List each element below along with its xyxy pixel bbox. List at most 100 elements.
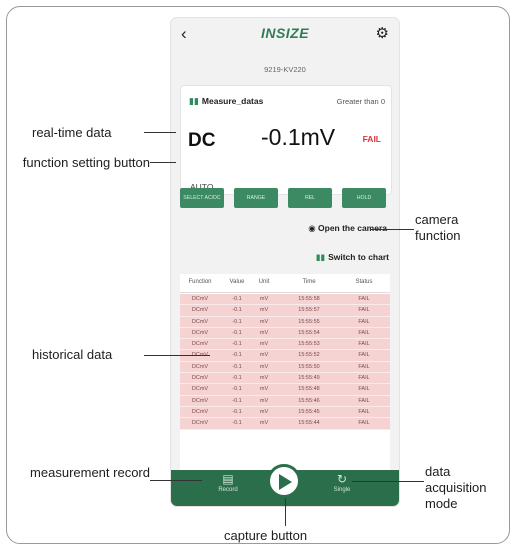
table-cell: DCmV <box>191 420 209 427</box>
record-icon: ▤ <box>222 472 234 486</box>
card-title: ▮▮ Measure_datas <box>189 96 263 107</box>
table-cell: DCmV <box>191 307 209 314</box>
range-button[interactable]: RANGE <box>234 188 278 208</box>
record-tab[interactable]: ▤ Record <box>203 472 253 493</box>
table-cell: FAIL <box>358 397 370 404</box>
table-cell: 15:55:58 <box>298 296 320 302</box>
col-status: Status <box>355 279 373 285</box>
camera-icon: ◉ <box>308 223 316 233</box>
table-cell: 15:55:46 <box>298 397 320 404</box>
table-cell: mV <box>259 386 269 393</box>
brand-logo: INSIZE <box>171 25 399 41</box>
table-row: DCmV-0.1mV15:55:52FAIL <box>180 350 390 362</box>
leader-line <box>285 498 286 526</box>
table-row: DCmV -0.1 mV 15:55:55 FAIL <box>180 316 390 328</box>
open-camera-label: Open the camera <box>318 223 387 233</box>
table-cell: 15:55:44 <box>298 420 320 427</box>
table-row: DCmV -0.1 mV 15:55:50 FAIL <box>180 361 390 374</box>
bar-chart-icon: ▮▮ <box>189 96 199 106</box>
table-cell: 15:55:49 <box>298 375 320 382</box>
table-cell: 15:55:53 <box>298 341 320 348</box>
card-title-text: Measure_datas <box>201 96 264 106</box>
table-cell: -0.1 <box>232 397 242 404</box>
top-bar: ‹ INSIZE ⚙ <box>171 18 399 48</box>
table-cell: 15:55:57 <box>298 307 320 314</box>
table-cell: mV <box>259 397 269 404</box>
record-label: Record <box>218 487 238 493</box>
table-cell: 15:55:54 <box>298 329 320 336</box>
table-header: Function Value Unit Time Status <box>180 274 390 293</box>
function-button-row: SELECT AC/DC RANGE REL HOLD <box>180 188 390 208</box>
table-cell: FAIL <box>358 352 370 359</box>
table-cell: FAIL <box>358 375 370 382</box>
table-cell: mV <box>259 296 269 302</box>
history-table: Function Value Unit Time Status DCmV -0.1… <box>180 274 390 474</box>
brand-logo-text: INSIZE <box>260 25 310 41</box>
table-cell: FAIL <box>358 307 370 314</box>
table-cell: -0.1 <box>232 296 242 302</box>
table-cell: mV <box>259 329 269 336</box>
table-cell: DCmV <box>191 329 209 336</box>
capture-button[interactable] <box>267 464 301 498</box>
table-cell: mV <box>259 375 269 382</box>
gear-icon[interactable]: ⚙ <box>376 24 389 42</box>
table-cell: FAIL <box>358 363 370 370</box>
table-cell: -0.1 <box>232 375 242 382</box>
leader-line <box>370 229 414 230</box>
leader-line <box>150 162 176 163</box>
single-label: Single <box>333 487 351 493</box>
table-row: DCmV -0.1 mV 15:55:45 FAIL <box>180 406 390 419</box>
table-cell: DCmV <box>191 341 209 348</box>
annotation-function-setting: function setting button <box>22 155 150 170</box>
table-row: DCmV -0.1 mV 15:55:48 FAIL <box>180 384 390 396</box>
table-cell: FAIL <box>358 408 370 415</box>
table-cell: FAIL <box>358 329 370 336</box>
realtime-card: ▮▮ Measure_datas Greater than 0 DC -0.1mV… <box>180 85 392 195</box>
table-cell: FAIL <box>358 420 370 427</box>
bar-chart-icon: ▮▮ <box>315 252 326 262</box>
table-cell: FAIL <box>358 386 370 393</box>
table-cell: mV <box>259 420 269 427</box>
switch-chart-button[interactable]: ▮▮ Switch to chart <box>316 252 389 263</box>
annotation-historical: historical data <box>32 347 113 362</box>
table-row: DCmV -0.1 mV 15:55:49 FAIL <box>180 373 390 385</box>
table-body: DCmV -0.1 mV 15:55:58 FAIL DCmV -0.1 mV 15:55:57… <box>180 294 390 430</box>
play-icon <box>279 474 292 490</box>
table-cell: -0.1 <box>232 318 242 325</box>
table-cell: 15:55:45 <box>298 408 320 415</box>
leader-line <box>352 481 424 482</box>
annotation-realtime: real-time data <box>32 125 112 140</box>
annotation-camera: camera function <box>415 212 461 243</box>
phone-screen: ‹ INSIZE ⚙ 9219-KV220 ▮▮ Measure_datas Gr… <box>171 18 399 506</box>
table-row: DCmV -0.1 mV 15:55:44 FAIL <box>180 418 390 430</box>
table-cell: 15:55:52 <box>298 352 320 359</box>
measured-value: -0.1mV <box>261 124 336 150</box>
table-cell: DCmV <box>191 375 209 382</box>
table-cell: -0.1 <box>232 329 242 336</box>
select-acdc-button[interactable]: SELECT AC/DC <box>180 188 224 208</box>
rel-button[interactable]: REL <box>288 188 332 208</box>
table-cell: 15:55:50 <box>298 363 320 370</box>
col-time: Time <box>302 279 316 285</box>
table-cell: -0.1 <box>232 386 242 393</box>
table-row: DCmV -0.1 mV 15:55:53 FAIL <box>180 339 390 351</box>
table-cell: -0.1 <box>232 420 242 427</box>
status-label: FAIL <box>362 134 381 144</box>
hold-button[interactable]: HOLD <box>342 188 386 208</box>
col-unit: Unit <box>258 279 270 285</box>
single-tab[interactable]: ↻ Single <box>317 472 367 493</box>
table-cell: -0.1 <box>232 307 242 314</box>
col-function: Function <box>188 279 212 285</box>
table-cell: FAIL <box>358 318 370 325</box>
table-cell: DCmV <box>191 318 209 325</box>
switch-chart-label: Switch to chart <box>328 252 389 262</box>
table-cell: DCmV <box>191 296 209 302</box>
condition-label: Greater than 0 <box>336 97 385 106</box>
col-value: Value <box>229 279 245 285</box>
annotation-measurement-record: measurement record <box>30 465 150 480</box>
table-cell: 15:55:48 <box>298 386 320 393</box>
annotation-capture: capture button <box>224 528 308 543</box>
device-name: 9219-KV220 <box>264 65 306 74</box>
table-cell: DCmV <box>191 408 209 415</box>
leader-line <box>150 480 202 481</box>
